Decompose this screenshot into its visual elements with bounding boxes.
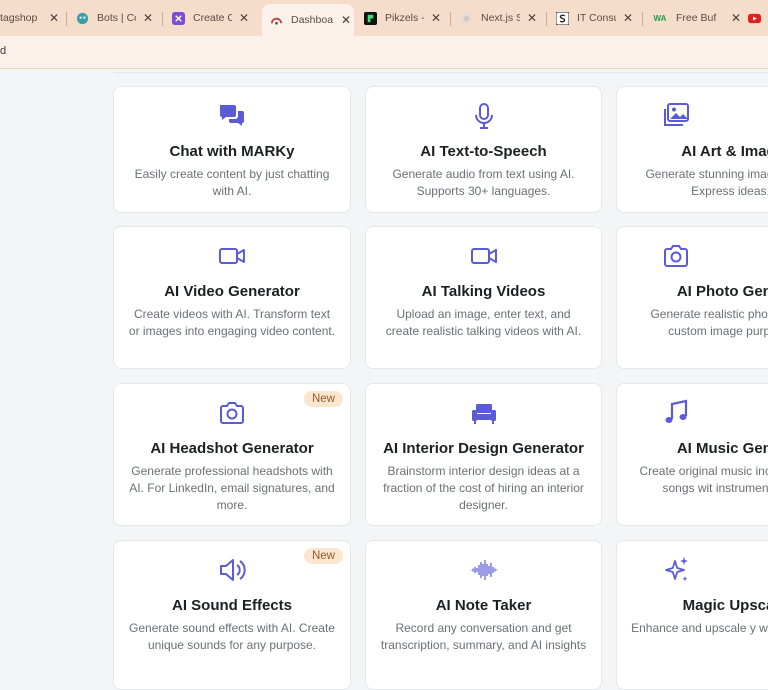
browser-tab[interactable]: Bots | Co ✕ <box>76 5 156 31</box>
card-description: Generate professional headshots with AI.… <box>129 464 335 512</box>
pikzels-icon <box>364 11 377 25</box>
card-title: AI Headshot Generator <box>150 440 314 457</box>
card-title: AI Text-to-Speech <box>420 143 547 160</box>
close-icon[interactable]: ✕ <box>524 11 540 25</box>
close-icon[interactable]: ✕ <box>46 11 62 25</box>
tab-separator <box>450 12 451 26</box>
browser-tab[interactable]: Next.js S ✕ <box>460 5 540 31</box>
tool-card-magic-upscale[interactable]: Magic Upsca Enhance and upscale y with A… <box>616 540 768 690</box>
tab-title: Free Buf <box>676 12 717 24</box>
close-icon[interactable]: ✕ <box>620 11 636 25</box>
sparkles-icon <box>617 555 734 587</box>
close-icon[interactable]: ✕ <box>338 13 354 27</box>
couch-icon <box>366 398 601 430</box>
bot-icon <box>76 12 89 25</box>
youtube-icon <box>748 12 761 25</box>
create-icon <box>172 11 185 25</box>
chat-icon <box>114 101 350 133</box>
tool-card-video-generator[interactable]: AI Video Generator Create videos with AI… <box>113 226 351 369</box>
microphone-icon <box>366 101 601 133</box>
card-description: Generate sound effects with AI. Create u… <box>129 621 335 652</box>
close-icon[interactable]: ✕ <box>236 11 252 25</box>
card-description: Create original music including full son… <box>639 464 768 495</box>
tab-title: IT Consu <box>577 12 616 24</box>
card-description: Brainstorm interior design ideas at a fr… <box>383 464 584 512</box>
card-description: Generate stunning imag with AI. Express … <box>645 167 768 198</box>
whatsapp-icon: WA <box>653 13 667 23</box>
tool-card-talking-videos[interactable]: AI Talking Videos Upload an image, enter… <box>365 226 602 369</box>
tab-title: Create C <box>193 12 232 24</box>
card-title: AI Interior Design Generator <box>383 440 584 457</box>
browser-tab[interactable]: tagshop ✕ <box>0 5 62 31</box>
card-title: AI Sound Effects <box>171 597 292 614</box>
tab-title: tagshop <box>0 12 38 24</box>
tab-separator <box>162 12 163 26</box>
close-icon[interactable]: ✕ <box>140 11 156 25</box>
card-title: Chat with MARKy <box>169 143 295 160</box>
video-icon <box>366 241 601 273</box>
waveform-icon <box>366 555 601 587</box>
tool-card-interior-design[interactable]: AI Interior Design Generator Brainstorm … <box>365 383 602 526</box>
browser-toolbar: d <box>0 36 768 69</box>
card-description: Record any conversation and get transcri… <box>380 621 587 652</box>
nextjs-icon <box>460 12 473 25</box>
images-icon <box>617 101 734 133</box>
tool-card-music-generator[interactable]: AI Music Gene Create original music incl… <box>616 383 768 526</box>
tool-card-photo-generator[interactable]: AI Photo Gene Generate realistic phot Cr… <box>616 226 768 369</box>
tab-separator <box>546 12 547 26</box>
card-description: Enhance and upscale y with AI magic <box>631 621 768 635</box>
music-note-icon <box>617 398 734 430</box>
browser-tab[interactable] <box>748 5 768 31</box>
card-description: Generate audio from text using AI. Suppo… <box>392 167 575 198</box>
tool-card-sound-effects[interactable]: New AI Sound Effects Generate sound effe… <box>113 540 351 690</box>
browser-tab[interactable]: WA Free Buf ✕ <box>652 5 744 31</box>
camera-icon <box>617 241 734 273</box>
card-description: Upload an image, enter text, and create … <box>385 307 582 338</box>
tab-separator <box>66 12 67 26</box>
tab-title: Next.js S <box>481 12 520 24</box>
dashboard-icon <box>270 14 283 27</box>
card-title: AI Photo Gene <box>676 283 768 300</box>
card-title: AI Talking Videos <box>421 283 546 300</box>
tool-card-headshot-generator[interactable]: New AI Headshot Generator Generate profe… <box>113 383 351 526</box>
card-title: AI Video Generator <box>164 283 300 300</box>
address-text[interactable]: d <box>0 45 6 57</box>
video-icon <box>114 241 350 273</box>
tool-card-chat-with-marky[interactable]: Chat with MARKy Easily create content by… <box>113 86 351 213</box>
browser-tab-bar: tagshop ✕ Bots | Co ✕ Create C ✕ Dashboa… <box>0 0 768 36</box>
card-description: Generate realistic phot Create custom im… <box>650 307 768 338</box>
tab-separator <box>642 12 643 26</box>
tool-card-note-taker[interactable]: AI Note Taker Record any conversation an… <box>365 540 602 690</box>
browser-tab[interactable]: Create C ✕ <box>172 5 252 31</box>
browser-tab-active[interactable]: Dashboa ✕ <box>262 4 354 36</box>
tool-card-ai-art[interactable]: AI Art & Imag Generate stunning imag wit… <box>616 86 768 213</box>
tab-title: Dashboa <box>291 14 334 26</box>
tab-title: Bots | Co <box>97 12 136 24</box>
card-title: AI Art & Imag <box>681 143 768 160</box>
close-icon[interactable]: ✕ <box>428 11 444 25</box>
tool-card-text-to-speech[interactable]: AI Text-to-Speech Generate audio from te… <box>365 86 602 213</box>
browser-tab[interactable]: IT Consu ✕ <box>556 5 636 31</box>
it-consult-icon <box>556 11 569 25</box>
camera-icon <box>114 398 350 430</box>
card-description: Easily create content by just chatting w… <box>134 167 330 198</box>
speaker-icon <box>114 555 350 587</box>
card-title: Magic Upsca <box>682 597 768 614</box>
close-icon[interactable]: ✕ <box>728 11 744 25</box>
card-title: AI Note Taker <box>435 597 532 614</box>
card-description: Create videos with AI. Transform text or… <box>128 307 336 338</box>
card-title: AI Music Gene <box>676 440 768 457</box>
tab-title: Pikzels - <box>385 12 424 24</box>
divider <box>113 72 768 73</box>
browser-tab[interactable]: Pikzels - ✕ <box>364 5 444 31</box>
